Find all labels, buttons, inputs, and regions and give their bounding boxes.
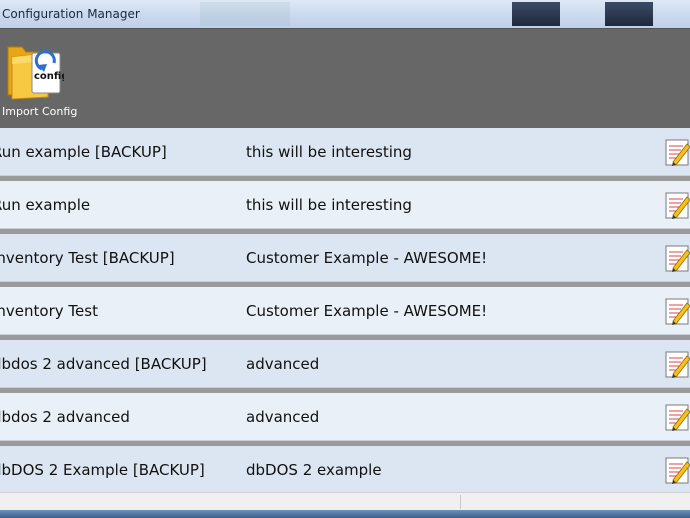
config-name: Run example <box>0 196 91 214</box>
config-description: this will be interesting <box>246 196 412 214</box>
edit-document-icon <box>665 298 690 325</box>
edit-document-icon <box>665 457 690 484</box>
taskbar-strip <box>0 510 690 518</box>
config-description: Customer Example - AWESOME! <box>246 249 488 267</box>
status-bar <box>0 492 690 511</box>
import-config-label: Import Config <box>2 105 78 118</box>
config-name: dbdos 2 advanced [BACKUP] <box>0 355 207 373</box>
import-config-button[interactable]: config Import Config <box>0 39 77 119</box>
edit-config-button[interactable] <box>665 350 690 378</box>
config-row[interactable]: dbDOS 2 Example [BACKUP] dbDOS 2 example <box>0 446 690 494</box>
config-name: Inventory Test [BACKUP] <box>0 249 175 267</box>
svg-text:config: config <box>34 71 64 82</box>
config-row[interactable]: Inventory Test [BACKUP] Customer Example… <box>0 234 690 282</box>
folder-config-icon: config <box>7 46 64 100</box>
edit-document-icon <box>665 139 690 166</box>
edit-config-button[interactable] <box>665 456 690 484</box>
edit-config-button[interactable] <box>665 297 690 325</box>
edit-document-icon <box>665 245 690 272</box>
edit-config-button[interactable] <box>665 403 690 431</box>
config-description: Customer Example - AWESOME! <box>246 302 488 320</box>
edit-document-icon <box>665 351 690 378</box>
background-window-strip <box>200 2 290 26</box>
config-row[interactable]: dbdos 2 advanced advanced <box>0 393 690 441</box>
config-name: Run example [BACKUP] <box>0 143 167 161</box>
config-name: Inventory Test <box>0 302 98 320</box>
toolbar: config Import Config <box>0 28 690 129</box>
config-description: this will be interesting <box>246 143 412 161</box>
config-name: dbdos 2 advanced <box>0 408 130 426</box>
config-row[interactable]: dbdos 2 advanced [BACKUP] advanced <box>0 340 690 388</box>
config-description: dbDOS 2 example <box>246 461 382 479</box>
title-bar: Configuration Manager <box>0 0 690 28</box>
config-row[interactable]: Run example this will be interesting <box>0 181 690 229</box>
config-description: advanced <box>246 355 320 373</box>
background-window-thumb <box>605 2 653 26</box>
edit-document-icon <box>665 192 690 219</box>
edit-config-button[interactable] <box>665 244 690 272</box>
config-list: Run example [BACKUP] this will be intere… <box>0 128 690 494</box>
background-window-thumb <box>512 2 560 26</box>
config-row[interactable]: Run example [BACKUP] this will be intere… <box>0 128 690 176</box>
config-name: dbDOS 2 Example [BACKUP] <box>0 461 205 479</box>
config-description: advanced <box>246 408 320 426</box>
window-title: Configuration Manager <box>2 7 140 21</box>
edit-config-button[interactable] <box>665 138 690 166</box>
edit-document-icon <box>665 404 690 431</box>
status-divider <box>460 495 461 509</box>
edit-config-button[interactable] <box>665 191 690 219</box>
config-row[interactable]: Inventory Test Customer Example - AWESOM… <box>0 287 690 335</box>
